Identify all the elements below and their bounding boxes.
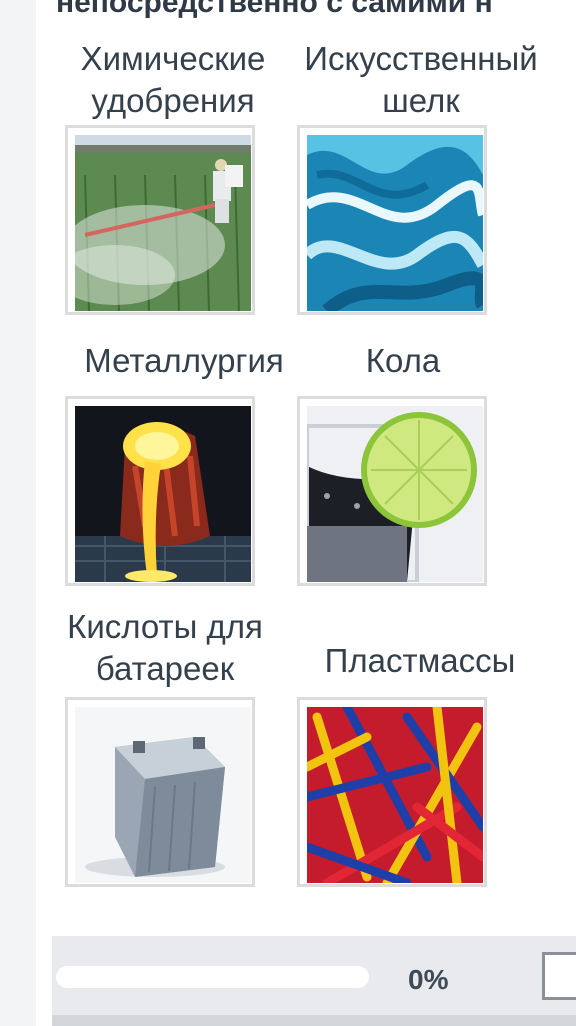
question-header: непосредственно с самими н xyxy=(56,0,493,19)
item-tile-battery-acids[interactable] xyxy=(65,697,255,887)
cola-lime-image xyxy=(307,406,483,582)
plastic-forks-image xyxy=(307,707,483,883)
item-label-cola: Кола xyxy=(365,342,441,379)
blue-silk-image xyxy=(307,135,483,311)
item-label-fertilizers: Химические удобрения xyxy=(80,40,266,119)
item-label-artificial-silk: Искусственный шелк xyxy=(304,40,538,119)
item-tile-artificial-silk[interactable] xyxy=(297,125,487,315)
progress-track xyxy=(56,966,369,988)
item-tile-metallurgy[interactable] xyxy=(65,396,255,586)
item-tile-plastics[interactable] xyxy=(297,697,487,887)
car-battery-image xyxy=(75,707,251,883)
item-label-battery-acids: Кислоты для батареек xyxy=(67,608,263,687)
item-label-plastics: Пластмассы xyxy=(324,642,516,679)
check-button[interactable] xyxy=(542,952,576,1000)
progress-bar-area: 0% xyxy=(52,936,576,1026)
item-label-metallurgy: Металлургия xyxy=(84,342,284,379)
item-tile-fertilizers[interactable] xyxy=(65,125,255,315)
progress-percent: 0% xyxy=(408,964,449,995)
molten-metal-image xyxy=(75,406,251,582)
footer-strip xyxy=(52,1015,576,1026)
crop-spraying-image xyxy=(75,135,251,311)
item-tile-cola[interactable] xyxy=(297,396,487,586)
